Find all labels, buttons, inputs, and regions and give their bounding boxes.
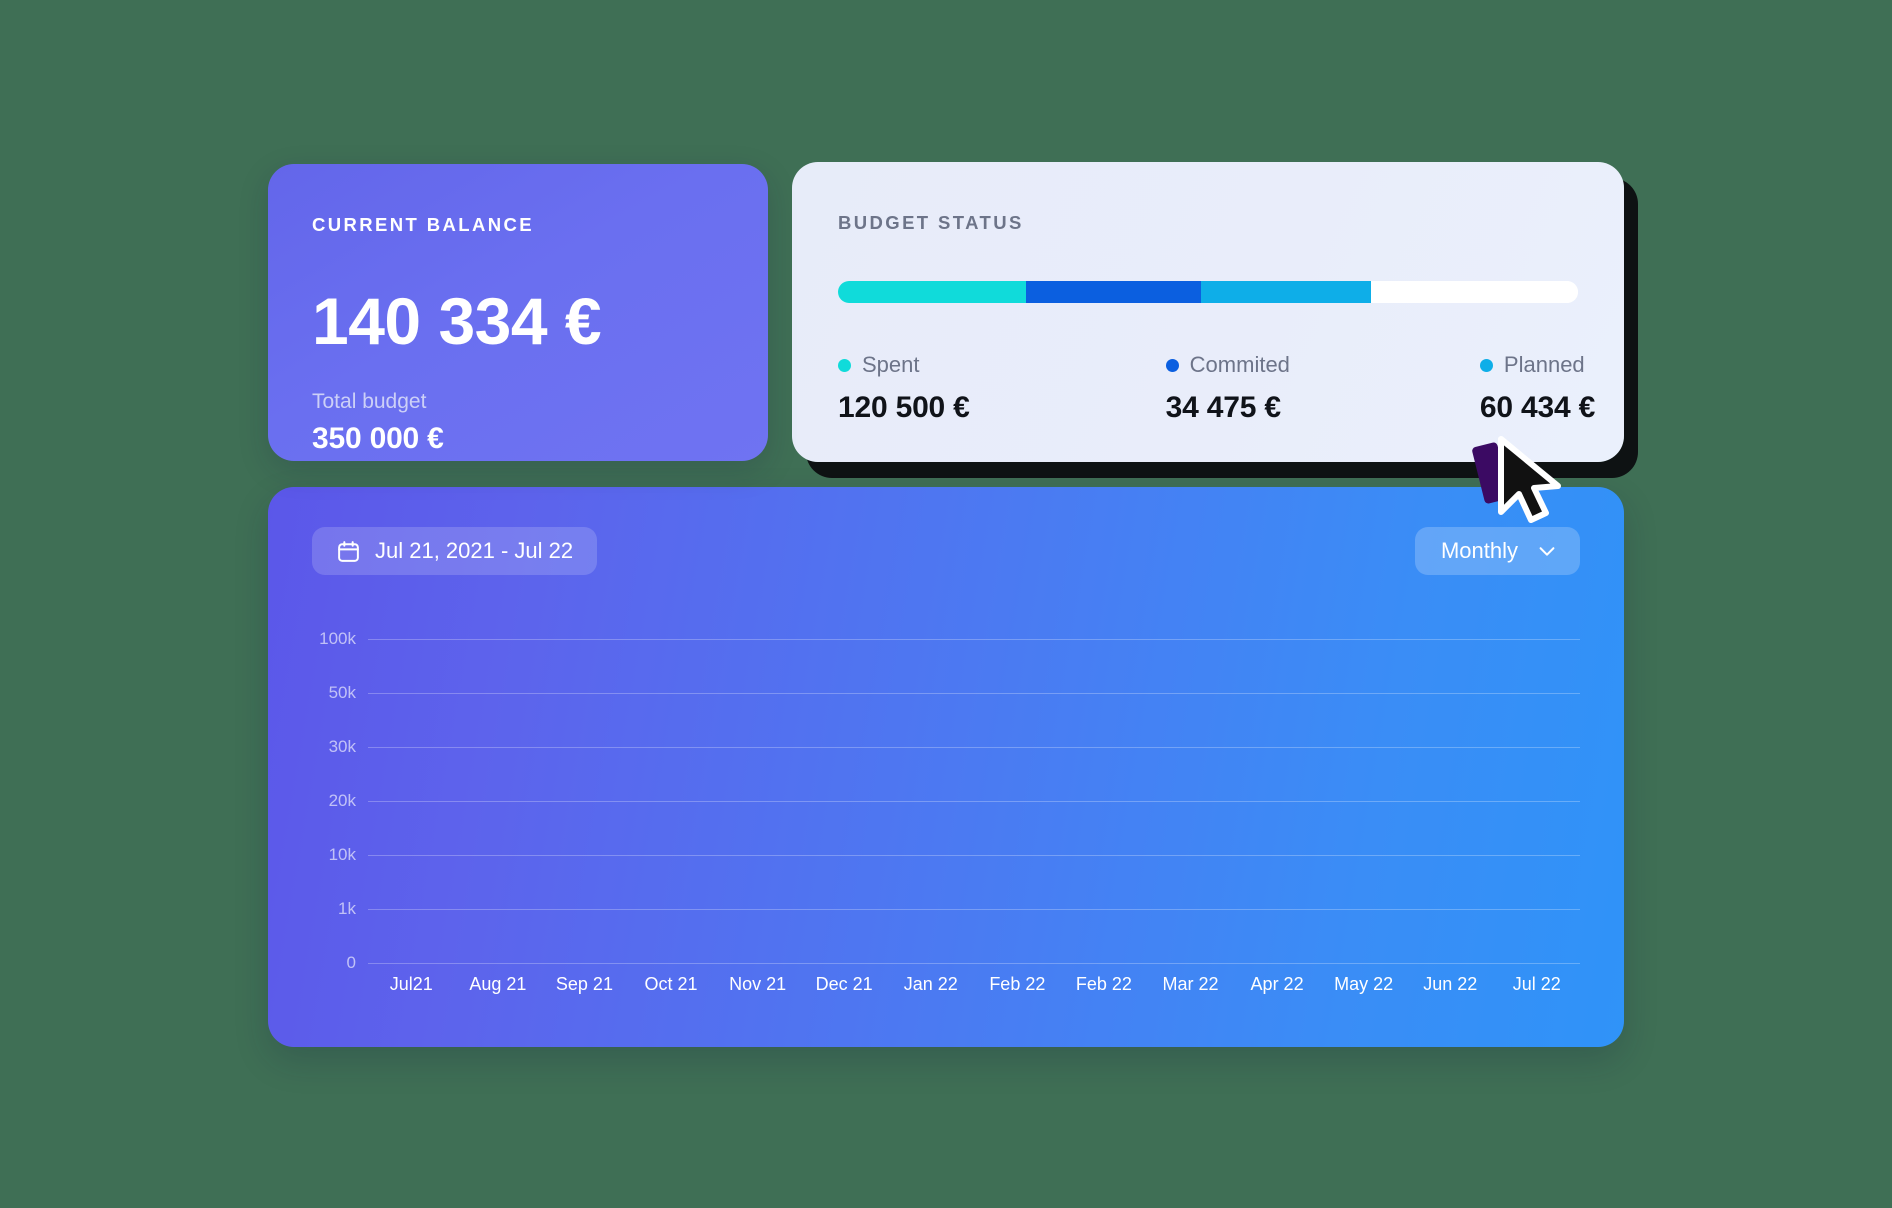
period-select[interactable]: Monthly <box>1414 527 1580 575</box>
bar-column[interactable] <box>1407 639 1494 963</box>
legend-label: Spent <box>862 352 920 377</box>
y-axis-tick: 10k <box>328 845 356 864</box>
current-balance-amount: 140 334 € <box>312 284 602 358</box>
chart-plot-area: 100k 50k 30k 20k 10k 1k 0 Jul21 Aug 21 Sep 21 Oct… <box>312 629 1580 1001</box>
bar-column[interactable] <box>1234 639 1321 963</box>
bar-column[interactable] <box>714 639 801 963</box>
bar-column[interactable] <box>974 639 1061 963</box>
x-axis-label: Sep 21 <box>555 973 613 994</box>
x-axis-label: Mar 22 <box>1162 973 1219 994</box>
y-axis-tick: 50k <box>328 683 356 702</box>
chevron-down-icon <box>1539 547 1555 556</box>
progress-segment-commited <box>1025 281 1201 303</box>
period-select-label: Monthly <box>1440 538 1518 563</box>
legend-dot-icon <box>838 358 851 372</box>
bar-column[interactable] <box>368 639 455 963</box>
legend-item-commited: Commited 34 475 € <box>1165 352 1290 425</box>
legend-label: Planned <box>1503 352 1585 377</box>
budget-progress-bar <box>838 281 1578 303</box>
bar-column[interactable] <box>628 639 715 963</box>
legend-item-planned: Planned 60 434 € <box>1479 352 1596 425</box>
y-axis-tick: 30k <box>328 736 356 756</box>
y-axis-tick: 100k <box>319 629 356 648</box>
progress-segment-remaining <box>1370 281 1578 303</box>
bar-column[interactable] <box>801 639 888 963</box>
chart-grid-area <box>368 639 1580 964</box>
progress-segment-spent <box>838 281 1026 303</box>
chart-toolbar: Jul 21, 2021 - Jul 22 Monthly <box>312 527 1580 575</box>
x-axis-label: Oct 21 <box>644 973 698 994</box>
y-axis-tick: 20k <box>328 791 356 810</box>
chart-bars <box>368 639 1580 963</box>
x-axis-label: Feb 22 <box>989 973 1046 994</box>
x-axis-label: Jun 22 <box>1423 973 1478 994</box>
x-axis-label: Nov 21 <box>729 973 787 994</box>
bar-column[interactable] <box>1320 639 1407 963</box>
legend-value: 120 500 € <box>838 391 970 424</box>
x-axis-label: Feb 22 <box>1075 973 1132 994</box>
progress-segment-planned <box>1200 281 1371 303</box>
legend-value: 34 475 € <box>1165 391 1281 424</box>
chart-x-axis: Jul21 Aug 21 Sep 21 Oct 21 Nov 21 Dec 21 Jan 2… <box>368 967 1580 1001</box>
calendar-icon <box>338 540 359 562</box>
dashboard-stage: CURRENT BALANCE 140 334 € Total budget 3… <box>0 0 1892 1208</box>
budget-legend: Spent 120 500 € Commited 34 475 € Planned 60 … <box>838 352 1595 425</box>
bar-column[interactable] <box>541 639 628 963</box>
bar-column[interactable] <box>887 639 974 963</box>
y-axis-tick: 1k <box>338 898 356 918</box>
chart-y-axis: 100k 50k 30k 20k 10k 1k 0 <box>312 629 366 1001</box>
current-balance-card: CURRENT BALANCE 140 334 € Total budget 3… <box>268 164 768 461</box>
bar-column[interactable] <box>1147 639 1234 963</box>
x-axis-label: Dec 21 <box>815 973 873 994</box>
x-axis-label: Jan 22 <box>903 973 958 994</box>
bar-column[interactable] <box>1061 639 1148 963</box>
total-budget-label: Total budget <box>312 390 427 413</box>
x-axis-label: Jul 22 <box>1512 973 1561 994</box>
x-axis-label: Jul21 <box>389 973 433 994</box>
budget-status-card: BUDGET STATUS Spent 120 500 € Commited 34 4… <box>792 162 1624 462</box>
legend-dot-icon <box>1479 358 1493 372</box>
total-budget-value: 350 000 € <box>312 422 444 455</box>
gridline <box>368 963 1580 964</box>
legend-value: 60 434 € <box>1479 391 1596 424</box>
x-axis-label: May 22 <box>1334 973 1394 994</box>
legend-item-spent: Spent 120 500 € <box>838 352 970 425</box>
spending-chart-card: Jul 21, 2021 - Jul 22 Monthly 100k 50k 30k… <box>268 487 1624 1047</box>
x-axis-label: Aug 21 <box>469 973 527 994</box>
budget-status-title: BUDGET STATUS <box>838 212 1024 233</box>
current-balance-title: CURRENT BALANCE <box>312 214 535 235</box>
date-range-label: Jul 21, 2021 - Jul 22 <box>375 538 574 563</box>
bar-column[interactable] <box>455 639 542 963</box>
bar-column[interactable] <box>1494 639 1581 963</box>
date-range-picker[interactable]: Jul 21, 2021 - Jul 22 <box>312 527 598 575</box>
legend-label: Commited <box>1189 352 1290 377</box>
y-axis-tick: 0 <box>346 953 356 972</box>
legend-dot-icon <box>1165 358 1179 372</box>
x-axis-label: Apr 22 <box>1250 973 1304 994</box>
